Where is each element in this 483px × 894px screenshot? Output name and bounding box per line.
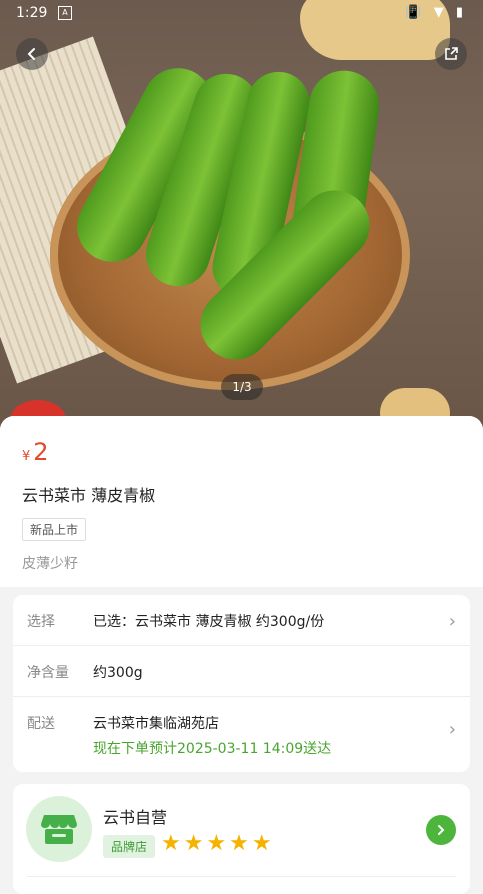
chevron-left-icon [27, 48, 35, 60]
store-logo [26, 796, 92, 862]
row-label: 选择 [27, 614, 55, 630]
store-card[interactable]: 云书自营 品牌店 ★★★★★ [13, 784, 470, 894]
delivery-eta: 现在下单预计2025-03-11 14:09送达 [93, 741, 332, 757]
share-button[interactable] [435, 38, 467, 70]
net-content-row: 净含量 约300g [13, 646, 470, 697]
store-enter-button[interactable] [426, 815, 456, 845]
storefront-icon [41, 815, 77, 844]
store-name: 云书自营 [103, 808, 168, 827]
row-value-group: 云书菜市集临湖苑店 现在下单预计2025-03-11 14:09送达 [93, 713, 456, 758]
row-label: 净含量 [27, 665, 69, 681]
product-detail-sheet: ¥2 云书菜市 薄皮青椒 新品上市 皮薄少籽 选择 已选：云书菜市 薄皮青椒 约… [0, 416, 483, 894]
delivery-store: 云书菜市集临湖苑店 [93, 716, 219, 732]
row-value: 约300g [93, 665, 143, 681]
spec-select-row[interactable]: 选择 已选：云书菜市 薄皮青椒 约300g/份 › [13, 595, 470, 646]
share-icon [445, 47, 458, 60]
product-title: 云书菜市 薄皮青椒 [22, 486, 156, 505]
chevron-right-icon: › [448, 719, 456, 740]
status-time: 1:29 [16, 5, 48, 21]
row-value: 已选：云书菜市 薄皮青椒 约300g/份 [93, 614, 325, 630]
chevron-right-icon: › [448, 611, 456, 632]
product-info: ¥2 云书菜市 薄皮青椒 新品上市 皮薄少籽 [0, 416, 483, 587]
brand-store-badge: 品牌店 [103, 835, 156, 858]
detail-card: 选择 已选：云书菜市 薄皮青椒 约300g/份 › 净含量 约300g 配送 云… [13, 595, 470, 772]
star-rating: ★★★★★ [161, 831, 275, 856]
row-label: 配送 [27, 716, 55, 732]
currency-symbol: ¥ [22, 449, 31, 464]
sim-icon: A [58, 6, 72, 20]
back-button[interactable] [16, 38, 48, 70]
product-subtitle: 皮薄少籽 [22, 556, 78, 572]
divider [27, 876, 456, 877]
status-bar: 1:29 A 📳 ▼ ▮ [0, 0, 483, 28]
status-icons: 📳 ▼ ▮ [405, 5, 467, 20]
price-value: 2 [33, 438, 49, 466]
image-counter: 1/3 [221, 374, 263, 400]
price: ¥2 [22, 438, 461, 466]
chevron-right-icon [438, 825, 445, 835]
product-image-gallery[interactable] [0, 0, 483, 430]
delivery-row[interactable]: 配送 云书菜市集临湖苑店 现在下单预计2025-03-11 14:09送达 › [13, 697, 470, 772]
new-arrival-tag: 新品上市 [22, 518, 87, 541]
